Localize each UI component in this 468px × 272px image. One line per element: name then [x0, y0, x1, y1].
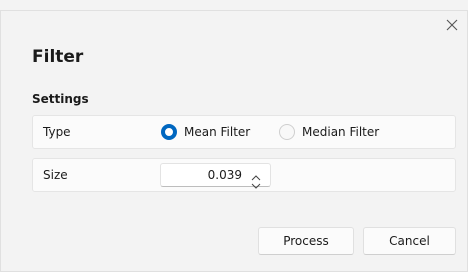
type-row: Type Mean Filter Median Filter — [32, 115, 456, 149]
chevron-up-icon[interactable] — [250, 167, 262, 181]
radio-unselected-icon — [279, 124, 295, 140]
size-value[interactable]: 0.039 — [208, 164, 242, 186]
median-filter-label: Median Filter — [302, 125, 380, 139]
size-number-input[interactable]: 0.039 — [160, 163, 271, 189]
type-label: Type — [43, 125, 71, 139]
cancel-button[interactable]: Cancel — [363, 227, 456, 255]
process-button[interactable]: Process — [258, 227, 354, 255]
close-icon-glyph — [446, 19, 458, 31]
size-label: Size — [43, 168, 68, 182]
close-icon[interactable] — [443, 17, 461, 35]
size-spinner — [250, 167, 262, 189]
mean-filter-radio[interactable]: Mean Filter — [161, 124, 250, 140]
mean-filter-label: Mean Filter — [184, 125, 251, 139]
size-row: Size 0.039 — [32, 158, 456, 192]
median-filter-radio[interactable]: Median Filter — [279, 124, 379, 140]
filter-dialog: Filter Settings Type Mean Filter Median … — [0, 10, 468, 272]
chevron-down-icon[interactable] — [250, 175, 262, 189]
radio-selected-icon — [161, 124, 177, 140]
settings-section-label: Settings — [32, 92, 89, 106]
dialog-title: Filter — [32, 47, 84, 67]
